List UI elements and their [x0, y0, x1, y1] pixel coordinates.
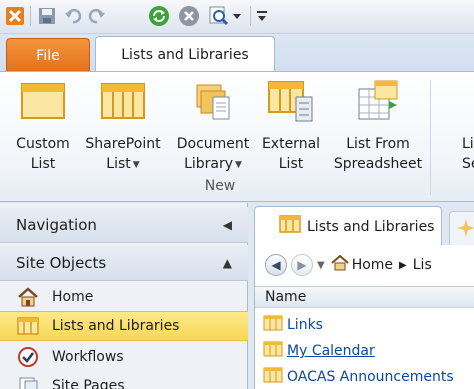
document-library-label-1: Document [176, 136, 250, 152]
list-item[interactable]: Links [263, 313, 474, 337]
sharepoint-designer-logo-icon[interactable] [4, 5, 26, 27]
document-body: ◀ ▶ ▼ Home ▶ Lis Name Links My Calendar [254, 245, 474, 389]
undo-icon[interactable] [62, 5, 84, 27]
chevron-down-icon: ▼ [235, 160, 242, 170]
list-from-spreadsheet-label-2: Spreadsheet [333, 156, 423, 172]
nav-item-workflows[interactable]: Workflows [0, 342, 248, 372]
navigation-title: Navigation [16, 215, 97, 234]
column-header-name[interactable]: Name [255, 286, 474, 308]
list-from-spreadsheet-button[interactable]: List From Spreadsheet [328, 78, 428, 178]
preview-in-browser-icon[interactable] [208, 5, 230, 27]
nav-item-lists-and-libraries[interactable]: Lists and Libraries [0, 311, 248, 341]
document-library-label-2: Library [184, 156, 234, 172]
ribbon: Custom List SharePoint List ▼ Document Li… [0, 71, 474, 202]
workflow-icon [16, 345, 40, 369]
group-separator [430, 80, 431, 195]
list-settings-label-1: Li [462, 136, 474, 152]
nav-item-label: Site Pages [52, 378, 125, 389]
back-icon[interactable]: ◀ [265, 254, 287, 276]
tab-file[interactable]: File [6, 38, 90, 72]
collapse-up-icon[interactable]: ▲ [223, 256, 232, 270]
chevron-down-icon[interactable] [230, 5, 244, 27]
document-library-button[interactable]: Document Library ▼ [170, 78, 256, 178]
sharepoint-list-label-2: List [106, 156, 131, 172]
refresh-icon[interactable] [148, 5, 170, 27]
page-icon [16, 374, 40, 389]
external-list-icon [268, 78, 314, 124]
custom-list-label-1: Custom [16, 136, 70, 152]
navigation-pane: Navigation ◀ Site Objects ▲ Home Lists a… [0, 203, 248, 389]
list-icon [263, 367, 283, 387]
nav-item-home[interactable]: Home [0, 282, 248, 312]
site-objects-header[interactable]: Site Objects ▲ [0, 245, 248, 281]
home-icon [16, 285, 40, 309]
list-settings-label-2: Sett [462, 156, 474, 172]
history-dropdown-icon[interactable]: ▼ [317, 260, 325, 271]
chevron-down-icon: ▼ [132, 160, 140, 170]
list-item[interactable]: OACAS Announcements [263, 365, 474, 389]
nav-item-label: Lists and Libraries [52, 318, 180, 334]
list-icon [279, 215, 301, 237]
document-library-icon [190, 78, 236, 124]
list-item-link[interactable]: Links [287, 317, 323, 333]
sharepoint-list-button[interactable]: SharePoint List ▼ [80, 78, 166, 178]
list-icon [263, 315, 283, 335]
nav-item-label: Workflows [52, 349, 124, 365]
nav-item-site-pages[interactable]: Site Pages [0, 371, 248, 389]
document-area: Lists and Libraries ◀ ▶ ▼ Home ▶ Lis Nam… [249, 203, 474, 389]
forward-icon[interactable]: ▶ [291, 254, 313, 276]
breadcrumb-separator-icon: ▶ [399, 259, 407, 271]
list-item[interactable]: My Calendar [263, 339, 474, 363]
tab-lists-and-libraries[interactable]: Lists and Libraries [95, 36, 275, 73]
tab-new-page[interactable] [449, 211, 474, 246]
custom-list-button[interactable]: Custom List [10, 78, 76, 178]
tab-lists-and-libraries-document[interactable]: Lists and Libraries [254, 206, 442, 246]
collapse-left-icon[interactable]: ◀ [223, 218, 232, 232]
save-icon[interactable] [36, 5, 58, 27]
column-header-label: Name [265, 289, 307, 305]
list-icon [263, 341, 283, 361]
list-item-link[interactable]: OACAS Announcements [287, 369, 454, 385]
breadcrumb-current[interactable]: Lis [413, 257, 432, 273]
home-icon [331, 254, 349, 275]
external-list-label-2: List [278, 156, 304, 172]
quick-access-toolbar [0, 0, 474, 34]
navigation-header[interactable]: Navigation ◀ [0, 207, 248, 243]
ribbon-tabs: File Lists and Libraries [0, 34, 474, 73]
site-objects-title: Site Objects [16, 253, 107, 272]
stop-icon[interactable] [178, 5, 200, 27]
sharepoint-list-label-1: SharePoint [85, 136, 161, 152]
list-item-link[interactable]: My Calendar [287, 343, 375, 359]
list-settings-button[interactable]: Li Sett [432, 78, 474, 178]
breadcrumb: ◀ ▶ ▼ Home ▶ Lis [255, 245, 474, 285]
redo-icon[interactable] [86, 5, 108, 27]
external-list-label-1: External [261, 136, 321, 152]
customize-toolbar-icon[interactable] [254, 5, 270, 27]
list-from-spreadsheet-label-1: List From [346, 136, 410, 152]
list-icon [16, 314, 40, 338]
custom-list-label-2: List [30, 156, 56, 172]
external-list-button[interactable]: External List [256, 78, 326, 178]
breadcrumb-home[interactable]: Home [352, 257, 393, 273]
custom-list-icon [20, 78, 66, 124]
nav-item-label: Home [52, 289, 94, 305]
group-label-new: New [204, 178, 236, 194]
spreadsheet-icon [355, 78, 401, 124]
document-tab-label: Lists and Libraries [307, 218, 435, 235]
sharepoint-list-icon [100, 78, 146, 124]
